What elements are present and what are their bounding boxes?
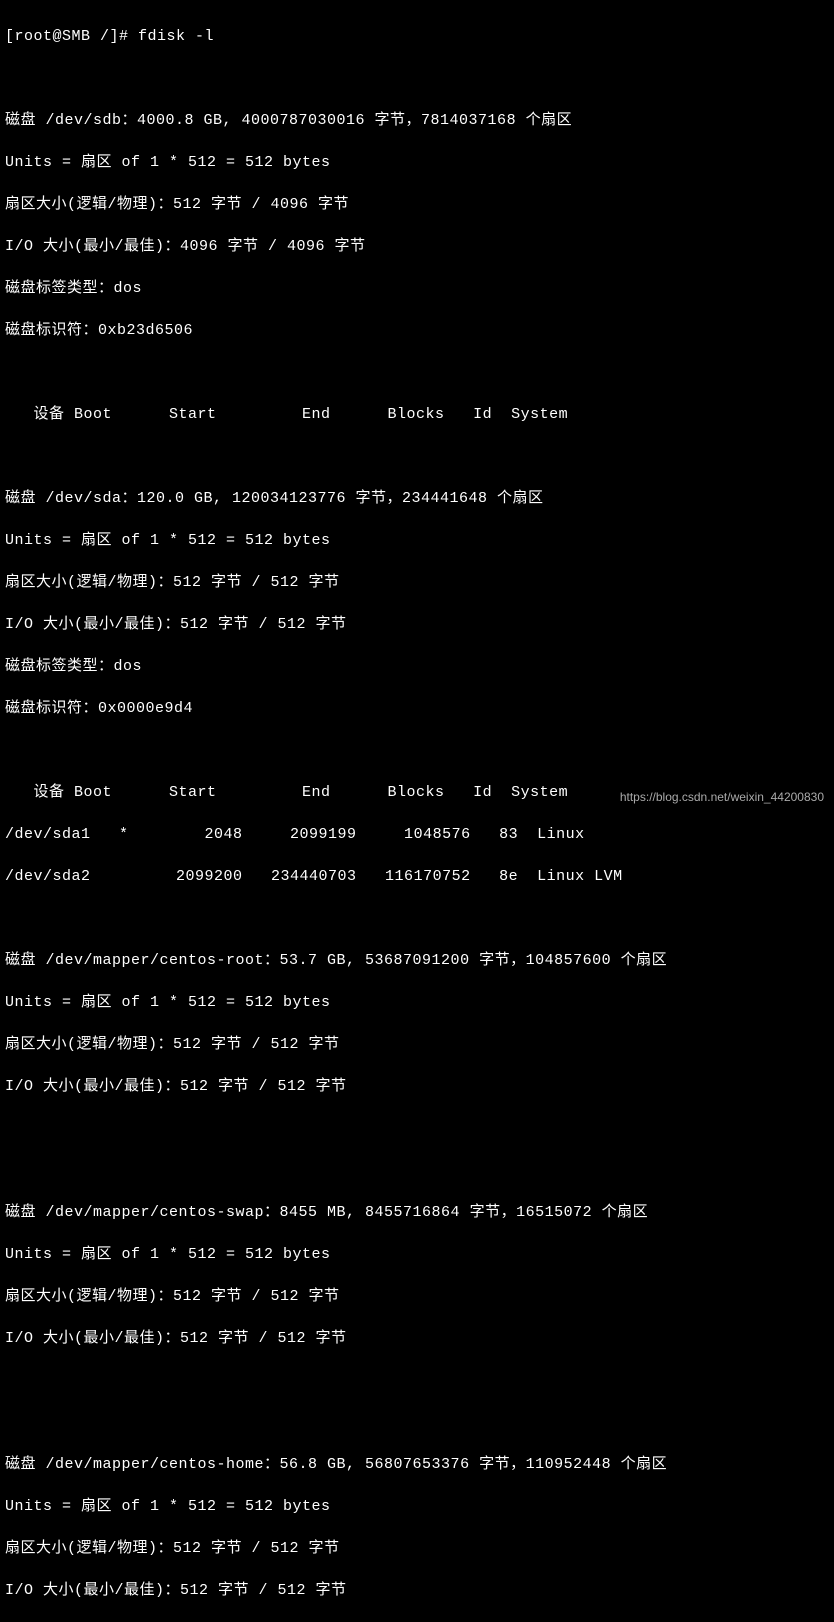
disk-sdb-sector-size: 扇区大小(逻辑/物理)：512 字节 / 4096 字节 (5, 194, 829, 215)
disk-sdb-units: Units = 扇区 of 1 * 512 = 512 bytes (5, 152, 829, 173)
disk-centos-home-io-size: I/O 大小(最小/最佳)：512 字节 / 512 字节 (5, 1580, 829, 1601)
blank-line (5, 1370, 829, 1391)
disk-centos-root-io-size: I/O 大小(最小/最佳)：512 字节 / 512 字节 (5, 1076, 829, 1097)
blank-line (5, 1412, 829, 1433)
disk-centos-swap-units: Units = 扇区 of 1 * 512 = 512 bytes (5, 1244, 829, 1265)
disk-sda-units: Units = 扇区 of 1 * 512 = 512 bytes (5, 530, 829, 551)
disk-sda-header: 磁盘 /dev/sda：120.0 GB, 120034123776 字节，23… (5, 488, 829, 509)
disk-centos-home-units: Units = 扇区 of 1 * 512 = 512 bytes (5, 1496, 829, 1517)
disk-centos-root-units: Units = 扇区 of 1 * 512 = 512 bytes (5, 992, 829, 1013)
watermark-text: https://blog.csdn.net/weixin_44200830 (620, 789, 824, 806)
disk-sdb-identifier: 磁盘标识符：0xb23d6506 (5, 320, 829, 341)
disk-sdb-label-type: 磁盘标签类型：dos (5, 278, 829, 299)
disk-sda-identifier: 磁盘标识符：0x0000e9d4 (5, 698, 829, 719)
disk-sda-label-type: 磁盘标签类型：dos (5, 656, 829, 677)
disk-sdb-table-header: 设备 Boot Start End Blocks Id System (5, 404, 829, 425)
blank-line (5, 446, 829, 467)
disk-sda-sector-size: 扇区大小(逻辑/物理)：512 字节 / 512 字节 (5, 572, 829, 593)
partition-sda2-row: /dev/sda2 2099200 234440703 116170752 8e… (5, 866, 829, 887)
blank-line (5, 1160, 829, 1181)
blank-line (5, 1118, 829, 1139)
disk-centos-swap-header: 磁盘 /dev/mapper/centos-swap：8455 MB, 8455… (5, 1202, 829, 1223)
disk-sda-io-size: I/O 大小(最小/最佳)：512 字节 / 512 字节 (5, 614, 829, 635)
disk-centos-home-header: 磁盘 /dev/mapper/centos-home：56.8 GB, 5680… (5, 1454, 829, 1475)
disk-centos-root-header: 磁盘 /dev/mapper/centos-root：53.7 GB, 5368… (5, 950, 829, 971)
blank-line (5, 740, 829, 761)
disk-centos-swap-io-size: I/O 大小(最小/最佳)：512 字节 / 512 字节 (5, 1328, 829, 1349)
disk-sdb-header: 磁盘 /dev/sdb：4000.8 GB, 4000787030016 字节，… (5, 110, 829, 131)
disk-centos-home-sector-size: 扇区大小(逻辑/物理)：512 字节 / 512 字节 (5, 1538, 829, 1559)
blank-line (5, 68, 829, 89)
partition-sda1-row: /dev/sda1 * 2048 2099199 1048576 83 Linu… (5, 824, 829, 845)
blank-line (5, 362, 829, 383)
disk-sdb-io-size: I/O 大小(最小/最佳)：4096 字节 / 4096 字节 (5, 236, 829, 257)
disk-centos-swap-sector-size: 扇区大小(逻辑/物理)：512 字节 / 512 字节 (5, 1286, 829, 1307)
terminal-output: [root@SMB /]# fdisk -l 磁盘 /dev/sdb：4000.… (5, 5, 829, 1622)
blank-line (5, 908, 829, 929)
disk-centos-root-sector-size: 扇区大小(逻辑/物理)：512 字节 / 512 字节 (5, 1034, 829, 1055)
command-prompt[interactable]: [root@SMB /]# fdisk -l (5, 26, 829, 47)
